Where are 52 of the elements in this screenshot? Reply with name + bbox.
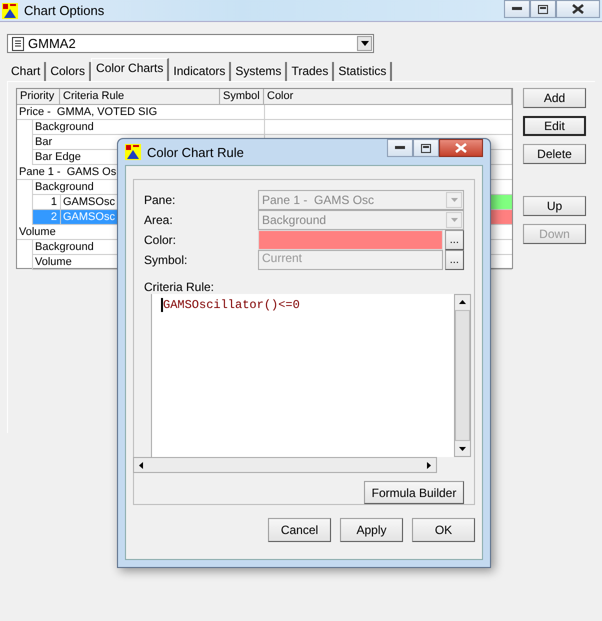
browse-button[interactable]: ... <box>444 230 464 250</box>
dialog-button[interactable]: Cancel <box>268 518 331 542</box>
field-label: Symbol: <box>144 253 188 267</box>
minimize-icon <box>512 7 522 11</box>
field-label: Area: <box>144 213 174 227</box>
formula-builder-button[interactable]: Formula Builder <box>364 481 464 504</box>
column-header: Criteria Rule <box>60 89 220 104</box>
tab[interactable]: Color Charts <box>91 58 170 81</box>
minimize-icon <box>395 146 405 150</box>
side-button[interactable]: Edit <box>523 116 586 136</box>
area-row[interactable]: Background <box>32 120 264 135</box>
vertical-scrollbar[interactable] <box>454 294 471 457</box>
column-header: Priority <box>17 89 60 104</box>
tab[interactable]: Indicators <box>169 62 232 81</box>
scroll-up-icon <box>459 300 466 304</box>
chart-dropdown[interactable]: GMMA2 <box>7 34 374 53</box>
close-icon <box>572 4 584 14</box>
dialog-title: Color Chart Rule <box>147 144 244 160</box>
minimize-button[interactable] <box>387 139 413 157</box>
column-header: Color <box>264 89 512 104</box>
maximize-button[interactable] <box>413 139 439 157</box>
side-button[interactable]: Add <box>523 88 586 108</box>
side-button[interactable]: Up <box>523 196 586 216</box>
tab[interactable]: Systems <box>231 62 288 81</box>
app-logo-icon <box>125 144 141 160</box>
document-icon <box>12 36 24 50</box>
horizontal-scrollbar[interactable] <box>133 457 437 473</box>
column-header: Symbol <box>220 89 264 104</box>
minimize-button[interactable] <box>504 0 530 18</box>
tab[interactable]: Chart <box>7 62 46 81</box>
side-button[interactable]: Delete <box>523 144 586 164</box>
tab[interactable]: Statistics <box>334 62 392 81</box>
pane-row[interactable]: Price - GMMA, VOTED SIG <box>17 105 264 120</box>
close-button[interactable] <box>439 139 483 157</box>
maximize-button[interactable] <box>530 0 556 18</box>
field-label: Criteria Rule: <box>144 280 216 294</box>
scroll-down-icon <box>459 447 466 451</box>
field-label: Pane: <box>144 193 176 207</box>
close-icon <box>455 143 467 153</box>
formula-editor[interactable]: GAMSOscillator()<=0 <box>151 294 454 457</box>
window-title: Chart Options <box>24 3 104 18</box>
scroll-left-icon <box>139 462 143 468</box>
maximize-icon <box>538 4 548 14</box>
app-logo-icon <box>2 2 18 18</box>
tab[interactable]: Trades <box>287 62 334 81</box>
scroll-right-icon <box>427 462 431 468</box>
dialog-button[interactable]: OK <box>412 518 475 542</box>
field-label: Color: <box>144 233 178 247</box>
close-button[interactable] <box>556 0 600 18</box>
color-field[interactable] <box>258 230 443 250</box>
dialog-button[interactable]: Apply <box>340 518 403 542</box>
maximize-icon <box>421 144 431 152</box>
